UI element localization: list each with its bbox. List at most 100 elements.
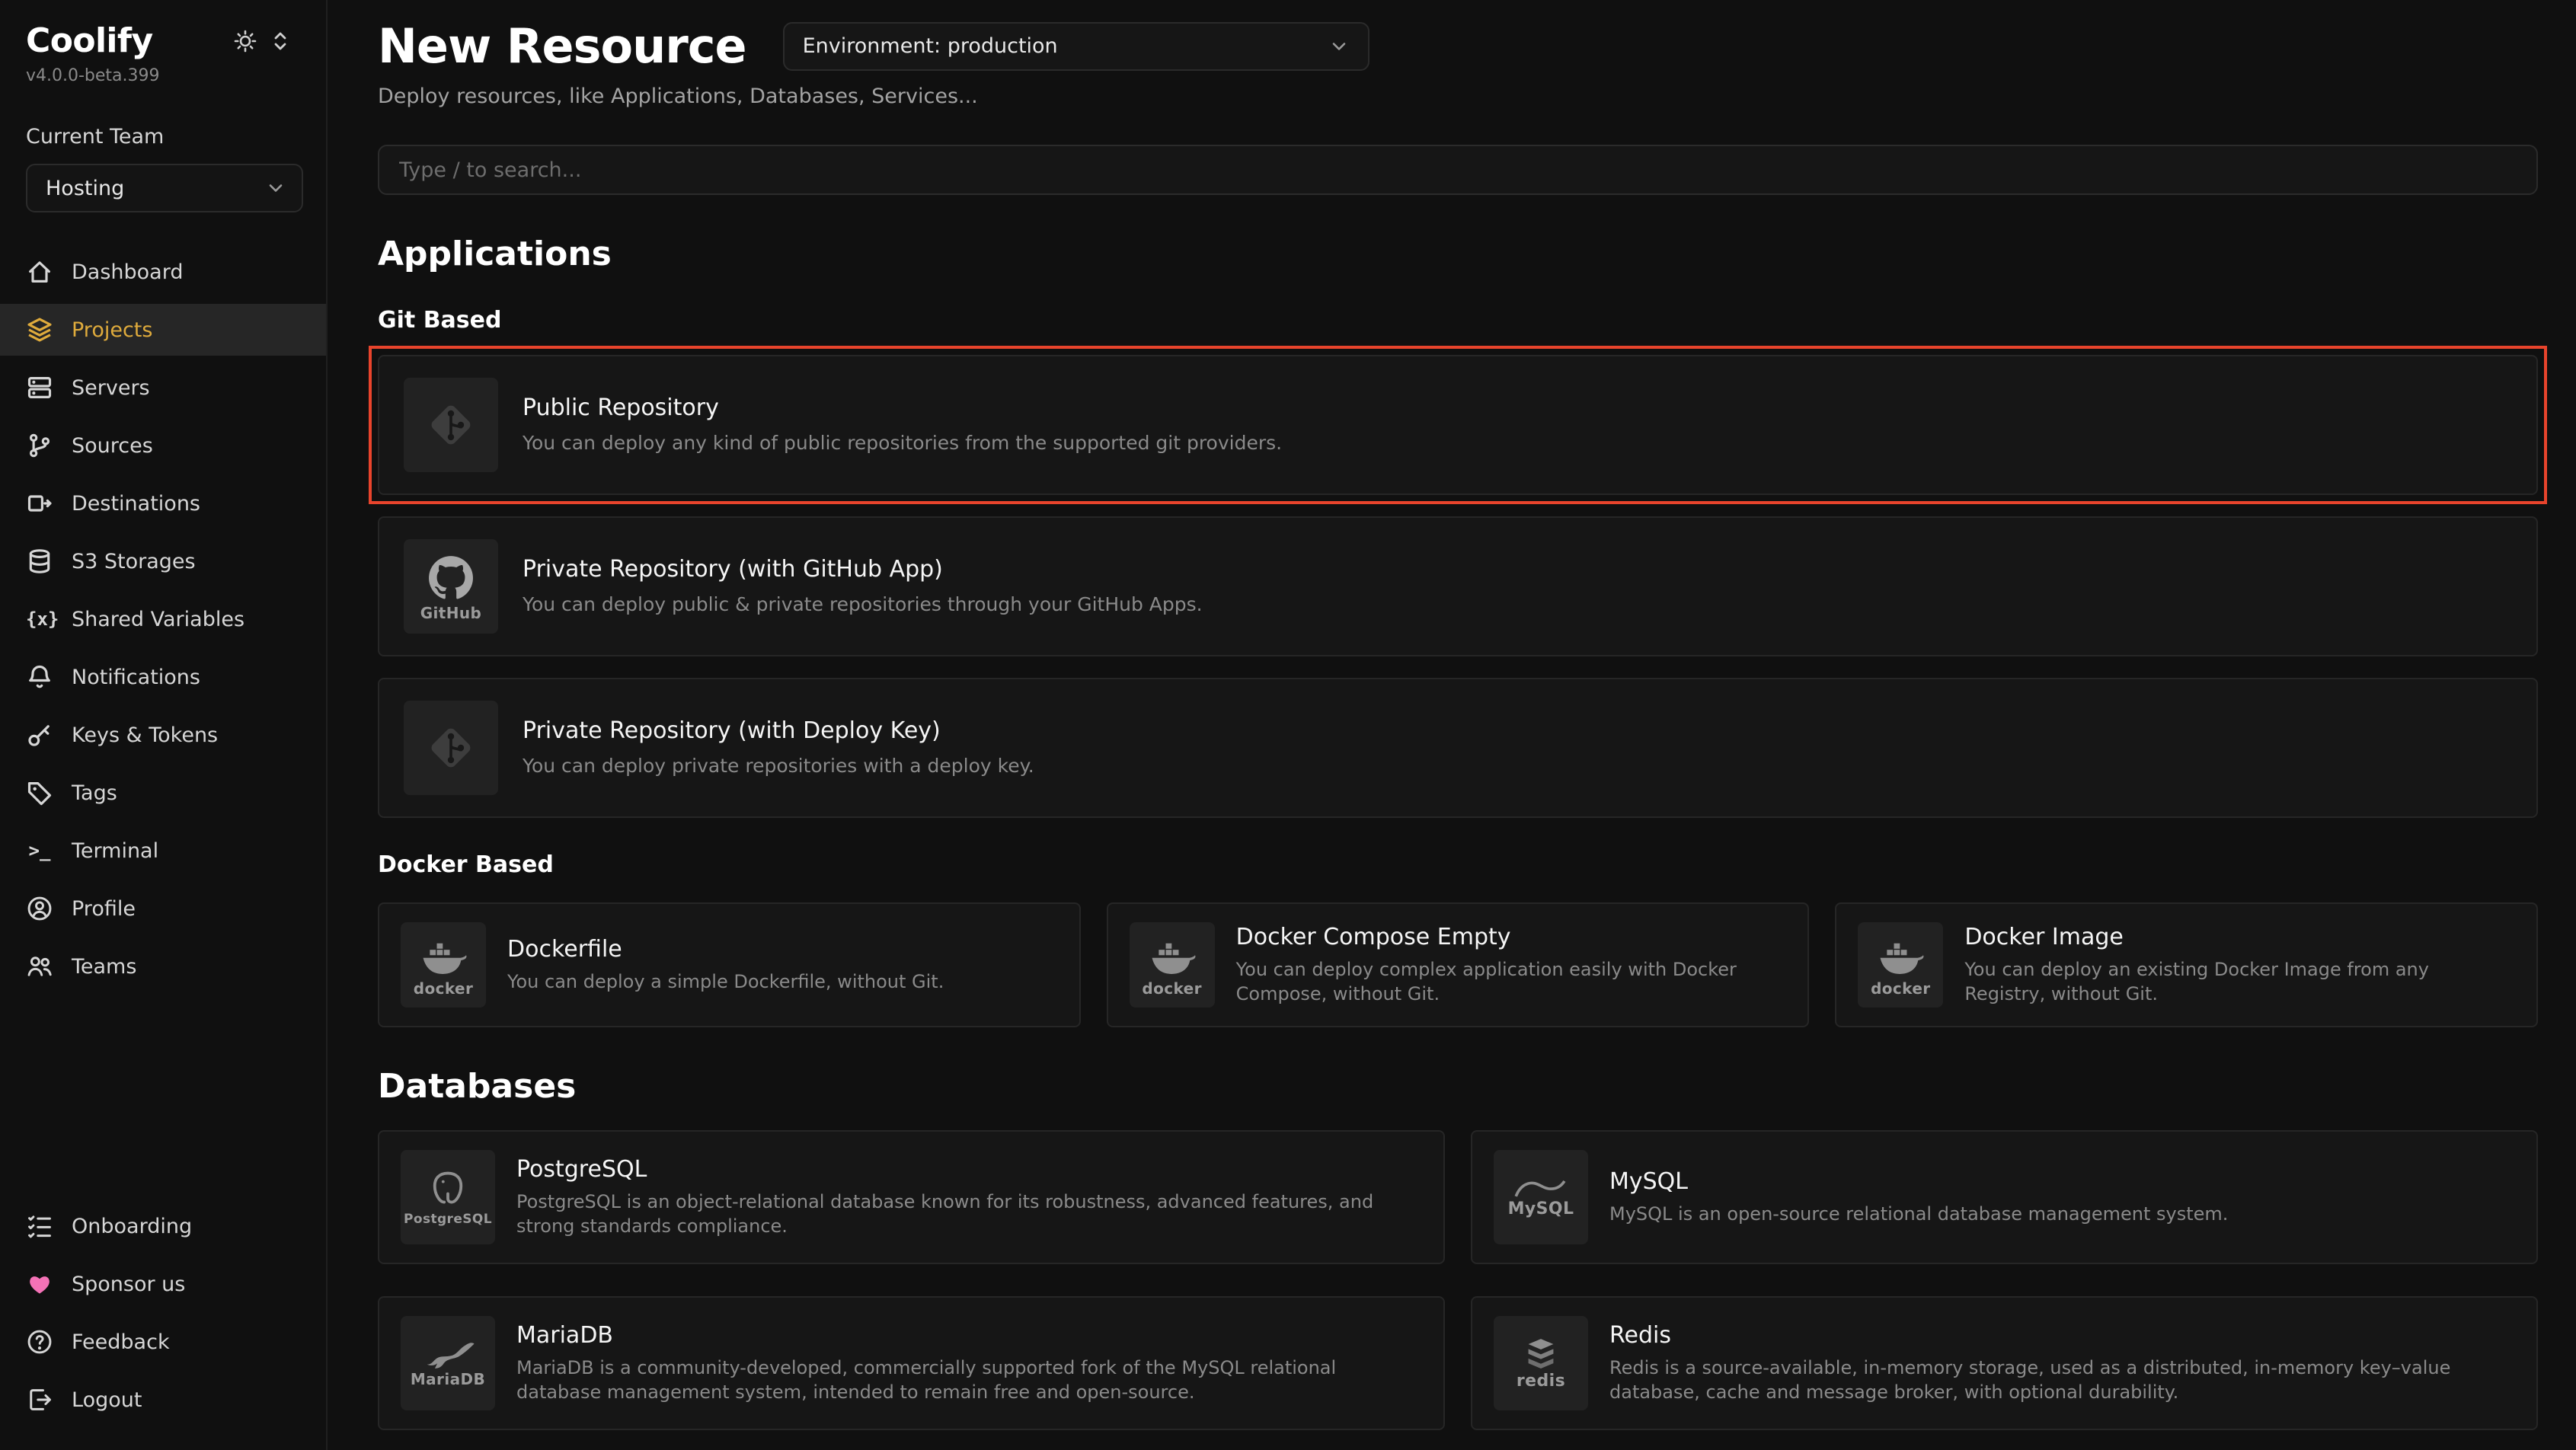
sidebar-item-notifications[interactable]: Notifications [0,651,326,703]
app-logo[interactable]: Coolify [26,21,153,60]
sidebar-item-terminal[interactable]: >_ Terminal [0,825,326,877]
sidebar-item-shared-variables[interactable]: {x} Shared Variables [0,593,326,645]
bell-icon [26,663,53,691]
environment-select-value: Environment: production [803,34,1058,58]
section-title-applications: Applications [378,235,2538,273]
layers-icon [26,316,53,343]
sidebar-item-sponsor[interactable]: Sponsor us [0,1258,326,1310]
coolify-app: Coolify v4.0.0-beta.399 Current Team Hos… [0,0,2576,1450]
sidebar-item-label: Sources [72,434,153,458]
card-redis[interactable]: redis Redis Redis is a source-available,… [1471,1296,2538,1430]
github-icon: GitHub [404,539,498,634]
mysql-icon: MySQL [1494,1150,1588,1244]
sidebar-item-destinations[interactable]: Destinations [0,477,326,529]
card-description: You can deploy private repositories with… [523,753,1034,778]
sidebar-footer: Onboarding Sponsor us Feedback Logout [0,1200,326,1435]
search-input[interactable] [378,145,2538,195]
heart-icon [26,1270,53,1298]
redis-wordmark: redis [1517,1373,1565,1390]
card-public-repository[interactable]: Public Repository You can deploy any kin… [378,355,2538,495]
postgresql-icon: PostgreSQL [401,1150,495,1244]
sidebar-item-teams[interactable]: Teams [0,941,326,992]
card-dockerfile[interactable]: docker Dockerfile You can deploy a simpl… [378,902,1081,1027]
theme-toggle-sun-icon[interactable] [233,29,257,53]
card-description: You can deploy an existing Docker Image … [1964,958,2515,1006]
docker-icon: docker [401,922,486,1008]
card-mysql[interactable]: MySQL MySQL MySQL is an open-source rela… [1471,1130,2538,1264]
tag-icon [26,779,53,806]
chevron-up-down-icon[interactable] [268,29,292,53]
sidebar-item-label: Projects [72,318,152,342]
sidebar-item-feedback[interactable]: Feedback [0,1316,326,1368]
sidebar-item-label: Keys & Tokens [72,723,218,747]
sidebar-item-s3-storages[interactable]: S3 Storages [0,535,326,587]
database-cards: PostgreSQL PostgreSQL PostgreSQL is an o… [378,1130,2538,1430]
docker-wordmark: docker [1142,981,1202,996]
sidebar-item-profile[interactable]: Profile [0,883,326,934]
environment-select[interactable]: Environment: production [783,22,1369,71]
sidebar-item-label: Shared Variables [72,608,244,631]
redis-icon: redis [1494,1316,1588,1410]
docker-based-cards: docker Dockerfile You can deploy a simpl… [378,902,2538,1027]
subsection-title-git-based: Git Based [378,307,2538,334]
home-icon [26,258,53,286]
sidebar-item-servers[interactable]: Servers [0,362,326,414]
sidebar-item-label: Teams [72,955,136,979]
team-select[interactable]: Hosting [26,164,303,212]
mysql-wordmark: MySQL [1508,1201,1574,1218]
card-private-repository-github-app[interactable]: GitHub Private Repository (with GitHub A… [378,516,2538,656]
chevron-down-icon [265,177,286,199]
sidebar-item-label: Onboarding [72,1215,192,1238]
sidebar-item-sources[interactable]: Sources [0,420,326,471]
sidebar-nav: Dashboard Projects Servers Sources Desti… [0,246,326,992]
subsection-title-docker-based: Docker Based [378,851,2538,878]
card-title: Docker Compose Empty [1236,924,1787,950]
sidebar-item-dashboard[interactable]: Dashboard [0,246,326,298]
card-docker-image[interactable]: docker Docker Image You can deploy an ex… [1835,902,2538,1027]
card-private-repository-deploy-key[interactable]: Private Repository (with Deploy Key) You… [378,678,2538,818]
card-description: MySQL is an open-source relational datab… [1609,1202,2228,1227]
terminal-icon: >_ [26,840,53,861]
mariadb-icon: MariaDB [401,1316,495,1410]
docker-icon: docker [1858,922,1943,1008]
card-description: You can deploy complex application easil… [1236,958,1787,1006]
git-icon [404,378,498,472]
github-wordmark: GitHub [420,605,482,621]
sidebar-item-onboarding[interactable]: Onboarding [0,1200,326,1252]
page-subtitle: Deploy resources, like Applications, Dat… [378,85,2538,108]
chevron-down-icon [1328,36,1350,57]
variable-icon: {x} [26,608,53,630]
card-title: Docker Image [1964,924,2515,950]
sidebar-item-label: Feedback [72,1330,170,1354]
card-docker-compose-empty[interactable]: docker Docker Compose Empty You can depl… [1107,902,1810,1027]
card-postgresql[interactable]: PostgreSQL PostgreSQL PostgreSQL is an o… [378,1130,1445,1264]
sidebar-item-label: Destinations [72,492,200,516]
docker-wordmark: docker [1871,981,1931,996]
database-cylinder-icon [26,548,53,575]
card-title: MariaDB [516,1322,1422,1349]
docker-wordmark: docker [414,981,474,996]
sidebar-item-label: Tags [72,781,117,805]
key-icon [26,721,53,749]
sidebar-item-logout[interactable]: Logout [0,1374,326,1426]
sidebar-item-keys-tokens[interactable]: Keys & Tokens [0,709,326,761]
users-icon [26,953,53,980]
sidebar-item-label: Profile [72,897,136,921]
postgresql-wordmark: PostgreSQL [404,1213,492,1226]
git-icon [404,701,498,795]
sidebar-item-tags[interactable]: Tags [0,767,326,819]
section-title-databases: Databases [378,1067,2538,1106]
sidebar-item-label: Notifications [72,666,200,689]
sidebar-item-label: Logout [72,1388,142,1412]
sidebar-item-projects[interactable]: Projects [0,304,326,356]
checklist-icon [26,1212,53,1240]
destination-box-icon [26,490,53,517]
card-mariadb[interactable]: MariaDB MariaDB MariaDB is a community-d… [378,1296,1445,1430]
current-team-label: Current Team [0,125,326,149]
sidebar-item-label: S3 Storages [72,550,196,573]
app-version: v4.0.0-beta.399 [0,60,326,85]
page-title: New Resource [378,18,746,74]
card-description: MariaDB is a community-developed, commer… [516,1356,1422,1404]
card-title: PostgreSQL [516,1156,1422,1183]
sidebar-item-label: Servers [72,376,150,400]
